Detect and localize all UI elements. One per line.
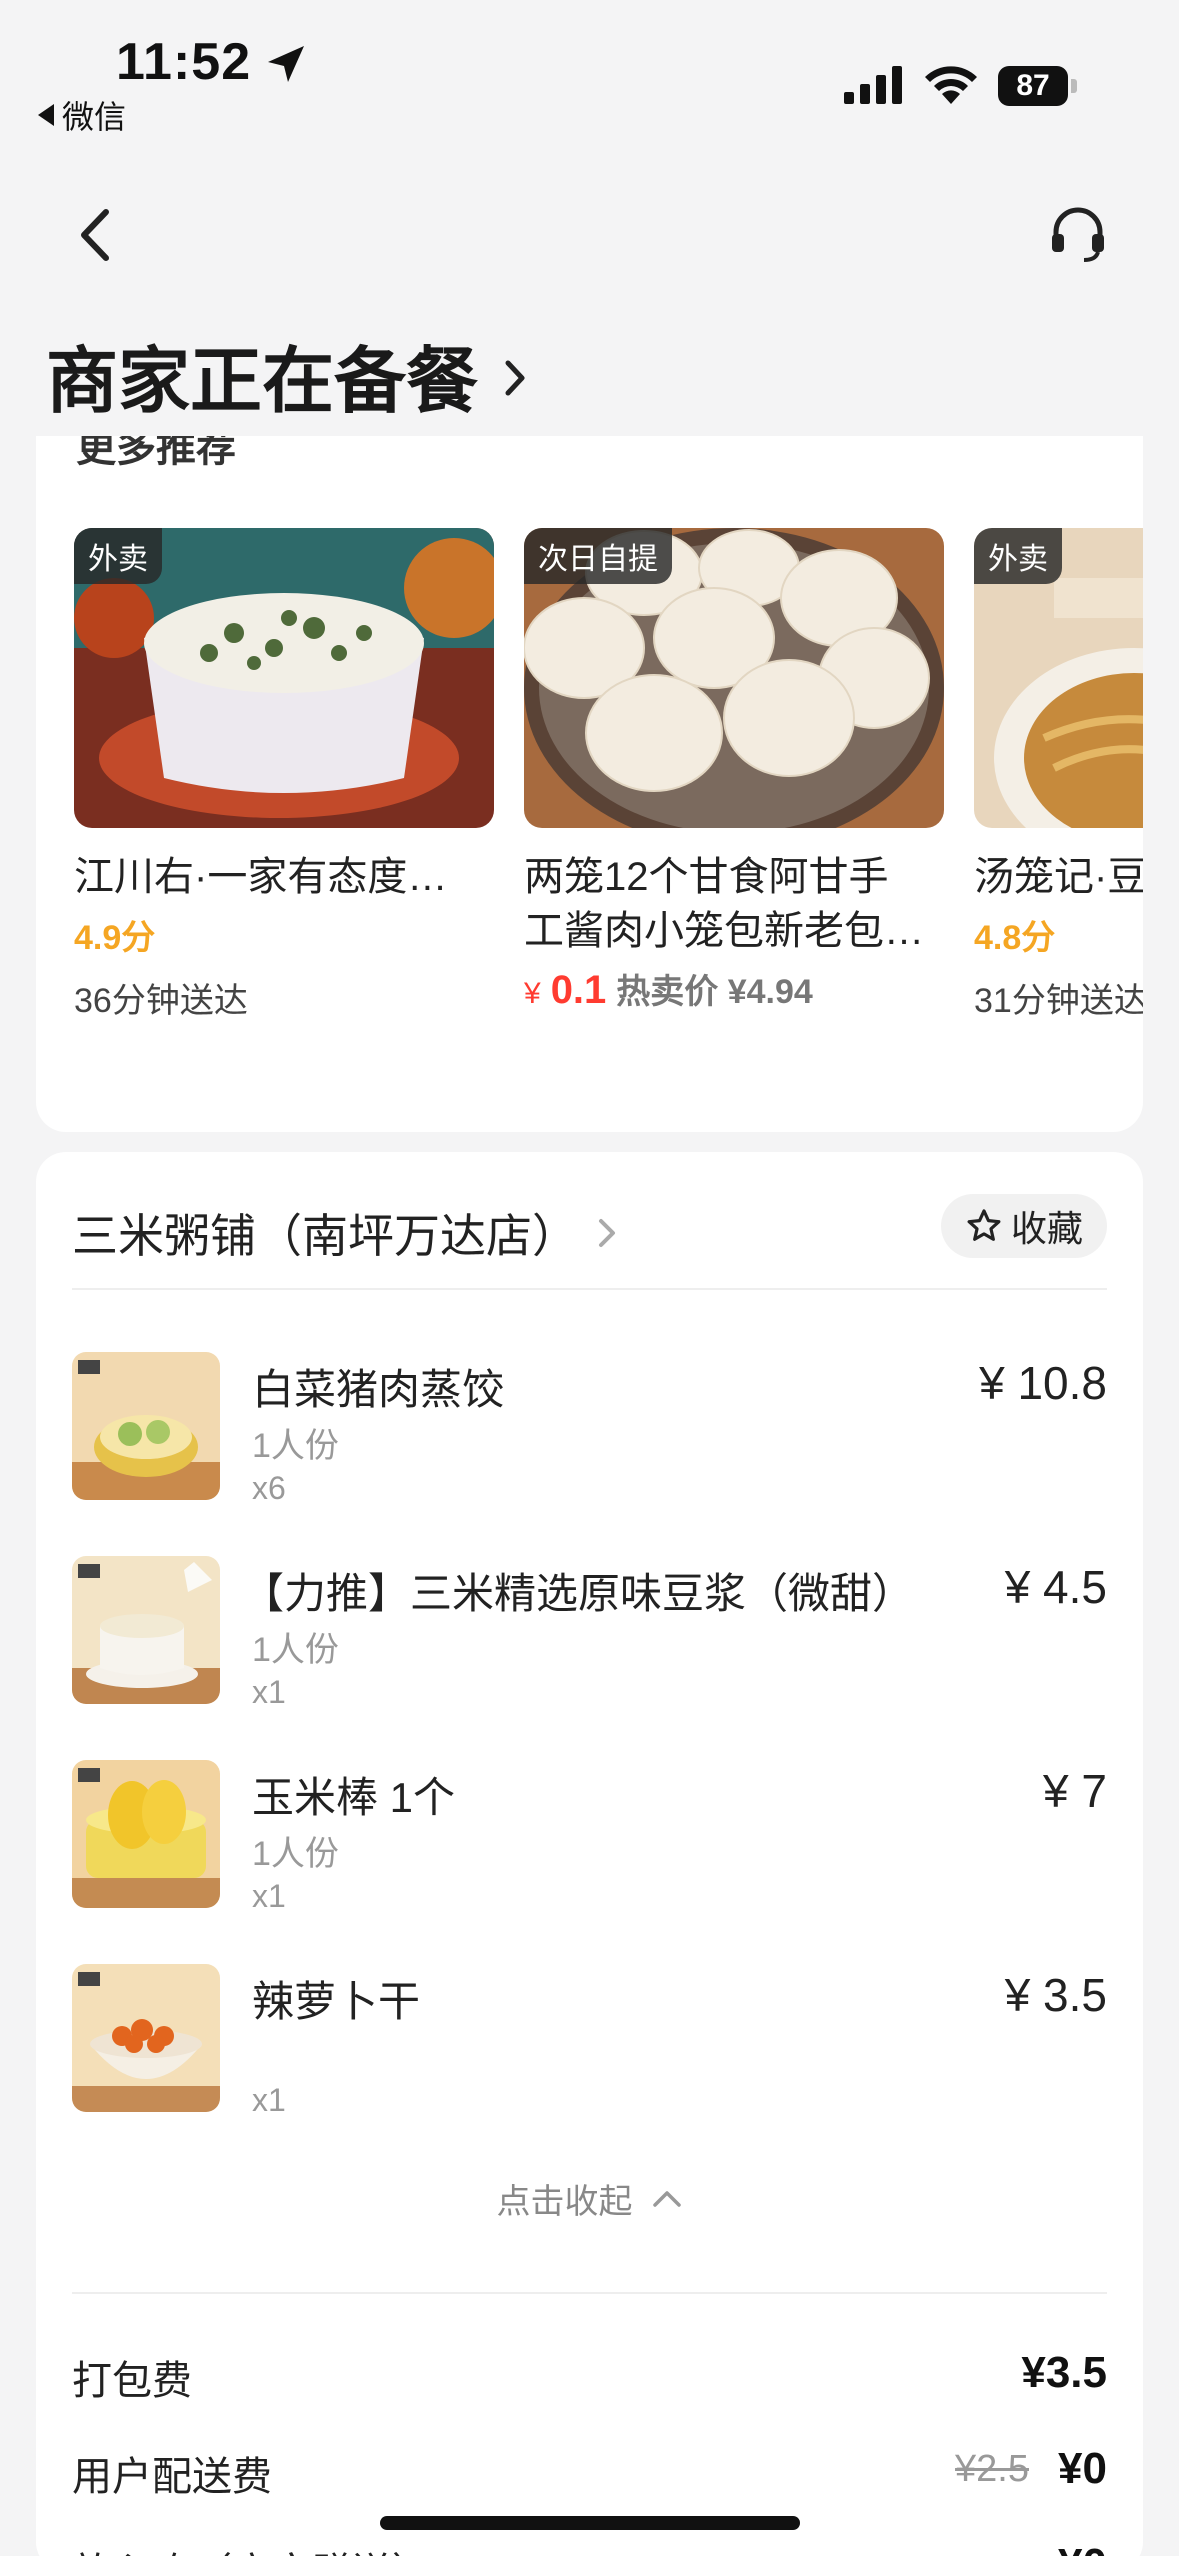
item-qty: x1 <box>252 2082 286 2118</box>
item-spec: 1人份 <box>252 1835 339 1873</box>
item-qty: x1 <box>252 1674 286 1710</box>
item-price: ¥ 7 <box>1043 1765 1107 1817</box>
item-name: 玉米棒 1个 <box>252 1774 456 1821</box>
delivery-fee-value: ¥0 <box>1058 2444 1107 2493</box>
recommendation-score: 4.8分 <box>974 919 1056 957</box>
battery-icon: 87 <box>998 66 1078 106</box>
item-spec: 1人份 <box>252 1631 339 1669</box>
signal-icon <box>844 66 902 104</box>
back-to-app-link[interactable]: 微信 <box>38 92 126 138</box>
packing-fee-label: 打包费 <box>72 2359 192 2403</box>
price-symbol: ¥ <box>524 977 541 1010</box>
item-name: 辣萝卜干 <box>252 1978 421 2025</box>
packing-fee-row: 打包费 ¥3.5 <box>72 2348 1107 2408</box>
recommendation-image: 次日自提 <box>524 528 944 828</box>
item-qty: x1 <box>252 1878 286 1914</box>
order-card: 三米粥铺（南坪万达店） 收藏 白菜猪肉蒸饺 ¥ 10.8 1人份 x6 【力推】… <box>36 1152 1143 2556</box>
page-title-text: 商家正在备餐 <box>46 342 479 422</box>
home-indicator[interactable] <box>380 2516 800 2530</box>
divider <box>72 2292 1107 2294</box>
chevron-up-icon <box>652 2190 681 2207</box>
recommendation-price: ¥ 0.1 热卖价 ¥4.94 <box>524 964 944 1013</box>
back-chevron-icon[interactable] <box>70 200 120 270</box>
status-time: 11:52 <box>116 33 252 91</box>
delivery-fee-label: 用户配送费 <box>72 2455 272 2499</box>
status-bar: 11:52 微信 87 <box>0 0 1179 150</box>
price-value: 0.1 <box>550 968 607 1012</box>
partial-fee-value: ¥0 <box>1058 2540 1107 2556</box>
divider <box>72 1288 1107 1290</box>
recommendation-image: 外卖 <box>74 528 494 828</box>
recommendation-card: 更多推荐 外卖 江川右·一家有态度… 4.9分 36分钟送达 次日自提 两笼12… <box>36 436 1143 1132</box>
chevron-right-icon <box>599 1219 615 1247</box>
recommendation-eta: 31分钟送达 <box>974 982 1143 1020</box>
item-price: ¥ 10.8 <box>979 1357 1107 1409</box>
order-item[interactable]: 【力推】三米精选原味豆浆（微甜） ¥ 4.5 1人份 x1 <box>72 1556 1107 1716</box>
delivery-fee-row: 用户配送费 ¥2.5 ¥0 <box>72 2444 1107 2504</box>
recommendation-name: 江川右·一家有态度… <box>74 855 448 899</box>
hot-price: 热卖价 ¥4.94 <box>616 973 813 1011</box>
item-price: ¥ 4.5 <box>1004 1561 1107 1613</box>
recommendation-tag: 外卖 <box>974 528 1062 584</box>
packing-fee-value: ¥3.5 <box>1021 2348 1107 2397</box>
wifi-icon <box>925 66 977 104</box>
chevron-right-icon <box>505 360 525 395</box>
back-app-label: 微信 <box>62 99 127 135</box>
item-name: 【力推】三米精选原味豆浆（微甜） <box>242 1570 915 1617</box>
recommendation-tag: 次日自提 <box>524 528 672 584</box>
partial-fee-label: 放心吃（商家赠送） <box>72 2540 432 2556</box>
collapse-button[interactable]: 点击收起 <box>36 2174 1143 2223</box>
recommendation-heading: 更多推荐 <box>76 436 236 470</box>
battery-level: 87 <box>998 66 1068 106</box>
headset-icon[interactable] <box>1046 202 1110 266</box>
item-qty: x6 <box>252 1470 286 1506</box>
item-spec: 1人份 <box>252 1427 339 1465</box>
item-price: ¥ 3.5 <box>1004 1969 1107 2021</box>
recommendation-image: 外卖 <box>974 528 1143 828</box>
back-triangle-icon <box>38 104 54 126</box>
location-arrow-icon <box>268 46 304 82</box>
recommendation-name-line2: 工酱肉小笼包新老包… <box>524 909 924 953</box>
favorite-label: 收藏 <box>1010 1208 1083 1249</box>
item-name: 白菜猪肉蒸饺 <box>252 1366 505 1413</box>
recommendation-score: 4.9分 <box>74 919 156 957</box>
recommendation-tag: 外卖 <box>74 528 162 584</box>
order-item[interactable]: 玉米棒 1个 ¥ 7 1人份 x1 <box>72 1760 1107 1920</box>
partial-fee-row: 放心吃（商家赠送） ¥0 <box>72 2540 1107 2556</box>
order-item[interactable]: 辣萝卜干 ¥ 3.5 x1 <box>72 1964 1107 2124</box>
order-item[interactable]: 白菜猪肉蒸饺 ¥ 10.8 1人份 x6 <box>72 1352 1107 1512</box>
store-name-link[interactable]: 三米粥铺（南坪万达店） <box>72 1200 618 1266</box>
page-title[interactable]: 商家正在备餐 <box>46 322 532 427</box>
recommendation-item[interactable]: 次日自提 两笼12个甘食阿甘手 工酱肉小笼包新老包… ¥ 0.1 热卖价 ¥4.… <box>524 528 944 1013</box>
store-row: 三米粥铺（南坪万达店） 收藏 <box>72 1192 1107 1262</box>
item-thumbnail <box>72 1964 220 2112</box>
store-name: 三米粥铺（南坪万达店） <box>72 1210 578 1262</box>
item-thumbnail <box>72 1556 220 1704</box>
star-icon <box>967 1209 1001 1241</box>
recommendation-name-line1: 两笼12个甘食阿甘手 <box>524 855 889 899</box>
delivery-fee-original: ¥2.5 <box>955 2448 1029 2490</box>
recommendation-item[interactable]: 外卖 江川右·一家有态度… 4.9分 36分钟送达 <box>74 528 494 1022</box>
item-thumbnail <box>72 1760 220 1908</box>
collapse-label: 点击收起 <box>496 2183 633 2221</box>
recommendation-eta: 36分钟送达 <box>74 982 248 1020</box>
item-thumbnail <box>72 1352 220 1500</box>
recommendation-name: 汤笼记·豆 <box>974 855 1143 899</box>
favorite-button[interactable]: 收藏 <box>941 1194 1107 1258</box>
recommendation-item[interactable]: 外卖 汤笼记·豆 4.8分 31分钟送达 <box>974 528 1143 1022</box>
